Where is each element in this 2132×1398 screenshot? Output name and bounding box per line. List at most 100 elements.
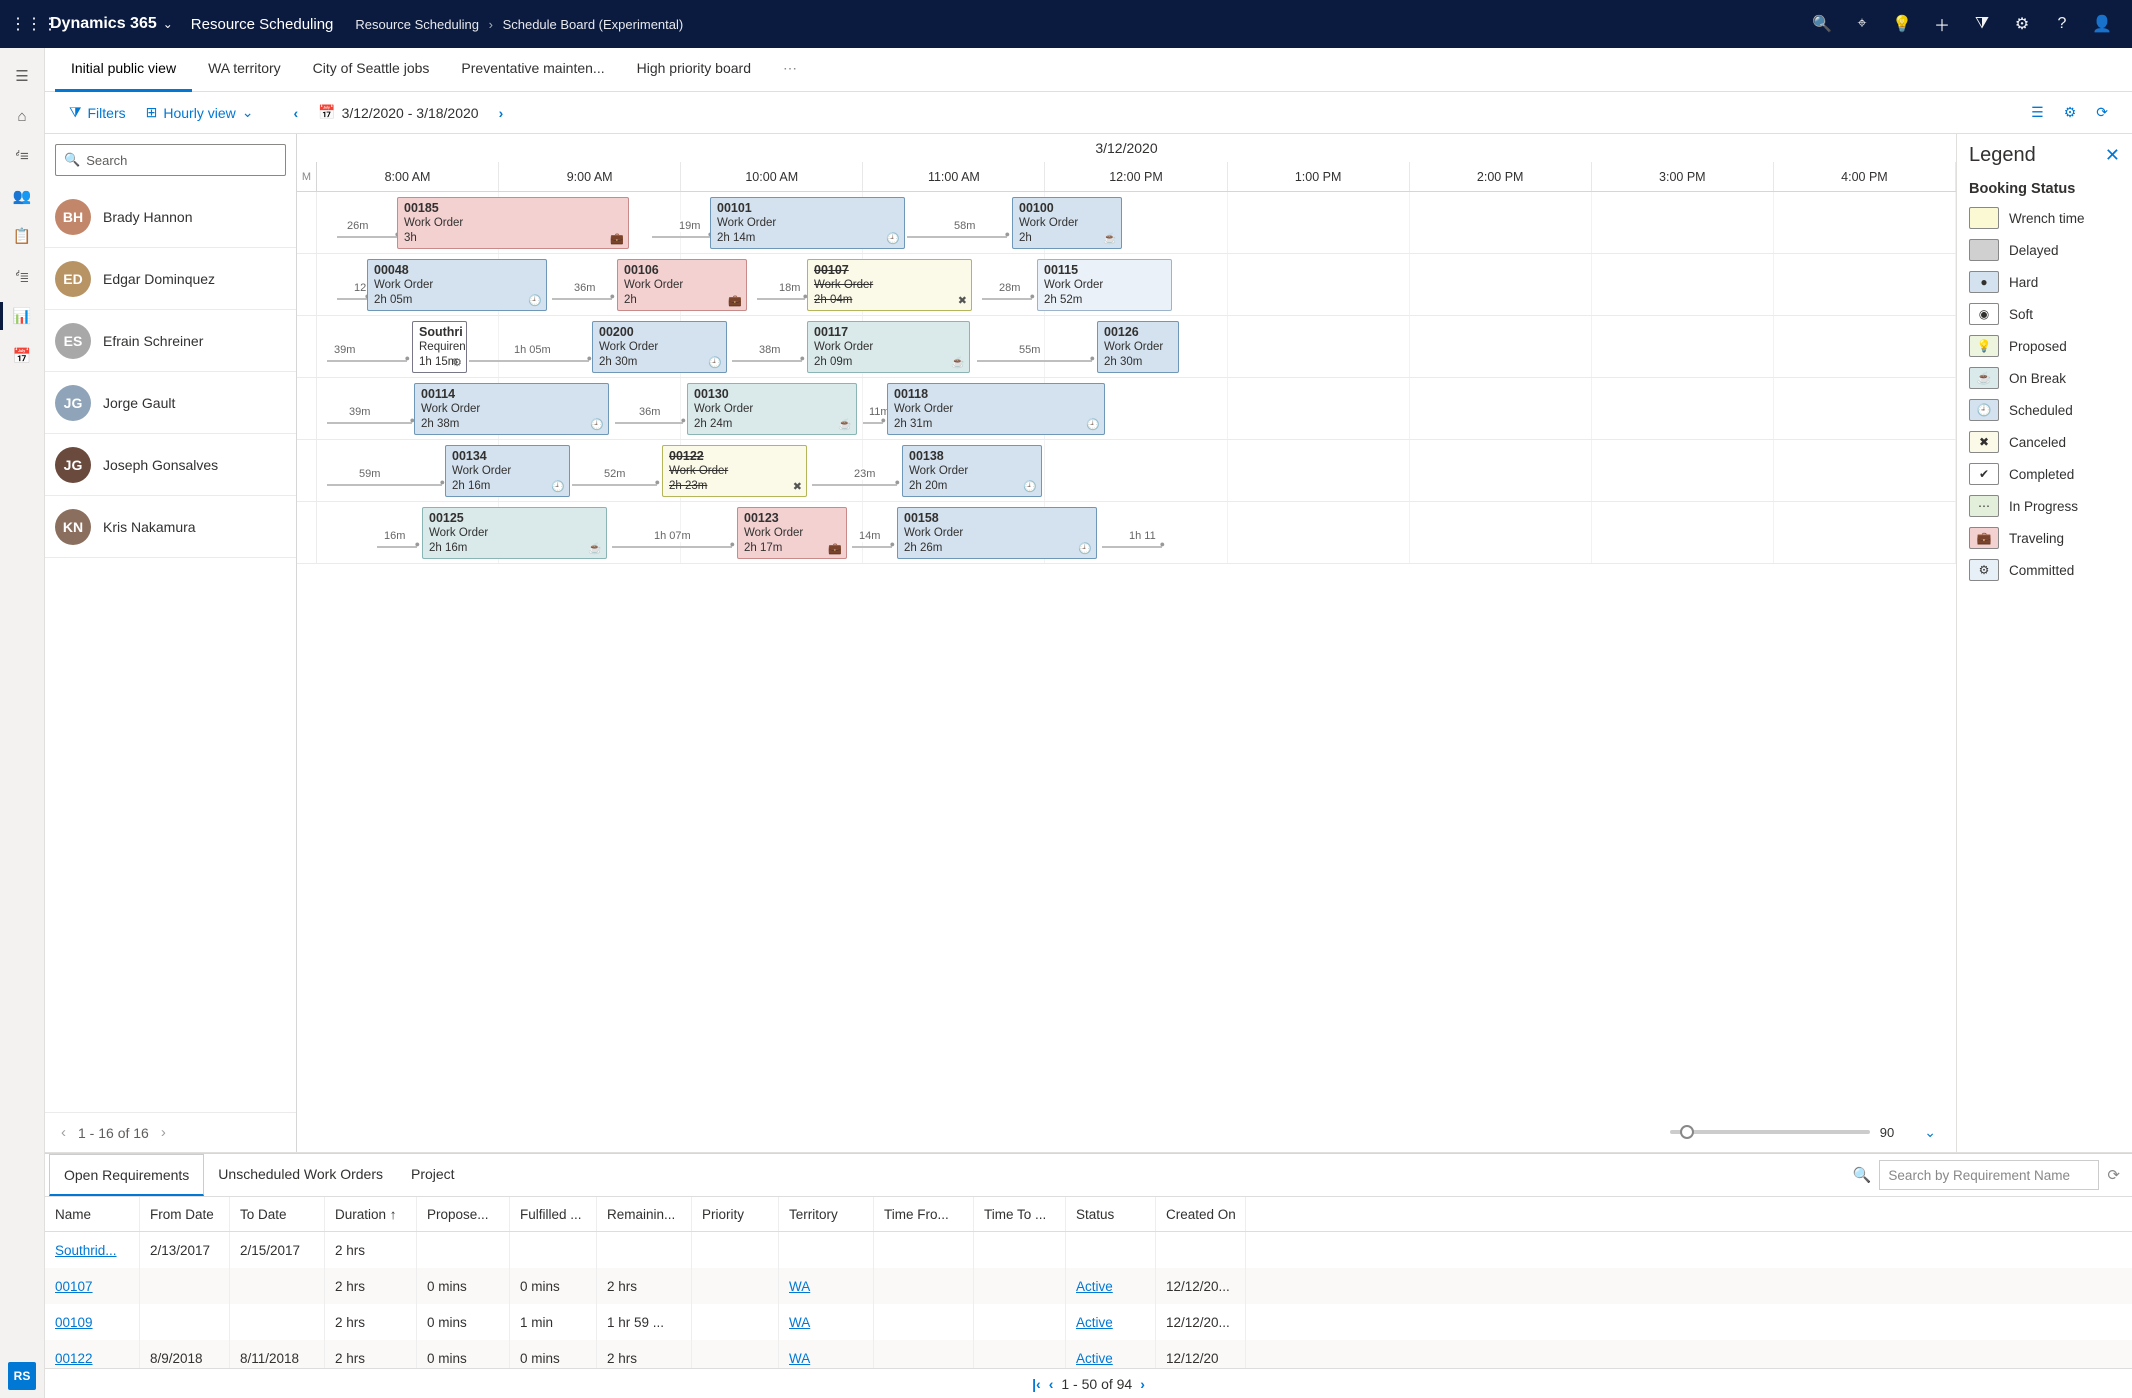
clipboard-icon[interactable]: 📋 — [0, 216, 45, 256]
booking-card[interactable]: 00115Work Order2h 52m — [1037, 259, 1172, 311]
board-tab[interactable]: City of Seattle jobs — [297, 48, 446, 92]
table-cell[interactable]: Active — [1066, 1268, 1156, 1304]
booking-card[interactable]: 00101Work Order2h 14m🕘 — [710, 197, 905, 249]
column-header[interactable]: Fulfilled ... — [510, 1197, 597, 1231]
booking-card[interactable]: 00048Work Order2h 05m🕘 — [367, 259, 547, 311]
table-cell[interactable]: 00109 — [45, 1304, 140, 1340]
home-icon[interactable]: ⌂ — [0, 96, 45, 136]
resource-row[interactable]: KNKris Nakamura — [45, 496, 296, 558]
list-toggle-icon[interactable]: ☰ — [2021, 104, 2054, 121]
booking-card[interactable]: 00134Work Order2h 16m🕘 — [445, 445, 570, 497]
column-header[interactable]: From Date — [140, 1197, 230, 1231]
resource-row[interactable]: EDEdgar Dominquez — [45, 248, 296, 310]
req-tab[interactable]: Unscheduled Work Orders — [204, 1154, 397, 1196]
booking-card[interactable]: SouthriRequiren1h 15m⚙ — [412, 321, 467, 373]
resource-row[interactable]: ESEfrain Schreiner — [45, 310, 296, 372]
resource-row[interactable]: JGJorge Gault — [45, 372, 296, 434]
table-row[interactable]: 001092 hrs0 mins1 min1 hr 59 ...WAActive… — [45, 1304, 2132, 1340]
table-row[interactable]: Southrid...2/13/20172/15/20172 hrs — [45, 1232, 2132, 1268]
search-icon[interactable]: 🔍 — [1802, 14, 1842, 34]
prev-page-button[interactable]: ‹ — [1049, 1376, 1054, 1392]
next-page-button[interactable]: › — [157, 1124, 170, 1141]
resource-search-input[interactable]: 🔍 Search — [55, 144, 286, 176]
user-icon[interactable]: 👤 — [2082, 14, 2122, 34]
user-badge[interactable]: RS — [8, 1362, 36, 1390]
table-cell[interactable]: Active — [1066, 1304, 1156, 1340]
breadcrumb-part[interactable]: Resource Scheduling — [355, 17, 479, 32]
booking-card[interactable]: 00130Work Order2h 24m☕ — [687, 383, 857, 435]
filter-icon[interactable]: ⧩ — [1962, 15, 2002, 33]
table-cell[interactable]: WA — [779, 1340, 874, 1368]
column-header[interactable]: To Date — [230, 1197, 325, 1231]
column-header[interactable]: Remainin... — [597, 1197, 692, 1231]
booking-card[interactable]: 00100Work Order2h☕ — [1012, 197, 1122, 249]
timeline-row[interactable]: 39m36m11m00114Work Order2h 38m🕘00130Work… — [297, 378, 1956, 440]
prev-page-button[interactable]: ‹ — [57, 1124, 70, 1141]
booking-card[interactable]: 00117Work Order2h 09m☕ — [807, 321, 970, 373]
list-icon[interactable]: ᔊ≣ — [0, 256, 45, 296]
requirement-search-input[interactable]: Search by Requirement Name — [1879, 1160, 2099, 1190]
column-header[interactable]: Status — [1066, 1197, 1156, 1231]
req-tab[interactable]: Project — [397, 1154, 469, 1196]
prev-period-button[interactable]: ‹ — [283, 105, 308, 121]
timeline-row[interactable]: 26m19m58m00185Work Order3h💼00101Work Ord… — [297, 192, 1956, 254]
table-cell[interactable]: 00122 — [45, 1340, 140, 1368]
column-header[interactable]: Duration ↑ — [325, 1197, 417, 1231]
timeline-row[interactable]: 39m1h 05m38m55mSouthriRequiren1h 15m⚙002… — [297, 316, 1956, 378]
table-cell[interactable]: Active — [1066, 1340, 1156, 1368]
timeline-row[interactable]: 16m1h 07m14m1h 1100125Work Order2h 16m☕0… — [297, 502, 1956, 564]
filters-button[interactable]: ⧩Filters — [59, 104, 136, 121]
close-icon[interactable]: ✕ — [2105, 145, 2120, 166]
table-row[interactable]: 001072 hrs0 mins0 mins2 hrsWAActive12/12… — [45, 1268, 2132, 1304]
table-cell[interactable]: Southrid... — [45, 1232, 140, 1268]
date-range-picker[interactable]: 📅3/12/2020 - 3/18/2020 — [308, 104, 488, 121]
refresh-icon[interactable]: ⟳ — [2086, 104, 2118, 121]
booking-card[interactable]: 00106Work Order2h💼 — [617, 259, 747, 311]
booking-card[interactable]: 00138Work Order2h 20m🕘 — [902, 445, 1042, 497]
column-header[interactable]: Time To ... — [974, 1197, 1066, 1231]
brand-chevron-icon[interactable]: ⌄ — [163, 17, 173, 31]
board-tab[interactable]: WA territory — [192, 48, 297, 92]
booking-card[interactable]: 00107Work Order2h 04m✖ — [807, 259, 972, 311]
timeline-row[interactable]: 59m52m23m00134Work Order2h 16m🕘00122Work… — [297, 440, 1956, 502]
resource-row[interactable]: BHBrady Hannon — [45, 186, 296, 248]
board-settings-icon[interactable]: ⚙ — [2054, 104, 2087, 121]
booking-card[interactable]: 00200Work Order2h 30m🕘 — [592, 321, 727, 373]
zoom-slider[interactable] — [1670, 1130, 1870, 1134]
settings-icon[interactable]: ⚙ — [2002, 14, 2042, 34]
req-tab[interactable]: Open Requirements — [49, 1154, 204, 1196]
booking-card[interactable]: 00122Work Order2h 23m✖ — [662, 445, 807, 497]
booking-card[interactable]: 00123Work Order2h 17m💼 — [737, 507, 847, 559]
table-cell[interactable]: 00107 — [45, 1268, 140, 1304]
lightbulb-icon[interactable]: 💡 — [1882, 14, 1922, 34]
column-header[interactable]: Propose... — [417, 1197, 510, 1231]
hamburger-icon[interactable]: ☰ — [0, 56, 45, 96]
first-page-button[interactable]: |‹ — [1032, 1376, 1041, 1392]
breadcrumb-part[interactable]: Schedule Board (Experimental) — [503, 17, 684, 32]
next-page-button[interactable]: › — [1140, 1376, 1145, 1392]
column-header[interactable]: Created On — [1156, 1197, 1246, 1231]
calendar-icon[interactable]: 📅 — [0, 336, 45, 376]
chevron-down-icon[interactable]: ⌄ — [1924, 1124, 1936, 1141]
plus-icon[interactable]: ＋ — [1922, 12, 1962, 36]
booking-card[interactable]: 00125Work Order2h 16m☕ — [422, 507, 607, 559]
booking-card[interactable]: 00158Work Order2h 26m🕘 — [897, 507, 1097, 559]
task-icon[interactable]: ⌖ — [1842, 15, 1882, 33]
board-tab[interactable]: Initial public view — [55, 48, 192, 92]
timeline-row[interactable]: 12m36m18m28m00048Work Order2h 05m🕘00106W… — [297, 254, 1956, 316]
board-tab[interactable]: High priority board — [621, 48, 767, 92]
resource-row[interactable]: JGJoseph Gonsalves — [45, 434, 296, 496]
timeline-rows[interactable]: 26m19m58m00185Work Order3h💼00101Work Ord… — [297, 192, 1956, 1112]
booking-card[interactable]: 00126Work Order2h 30m — [1097, 321, 1179, 373]
help-icon[interactable]: ? — [2042, 15, 2082, 33]
column-header[interactable]: Priority — [692, 1197, 779, 1231]
table-cell[interactable]: WA — [779, 1304, 874, 1340]
board-tab-overflow[interactable]: ⋯ — [767, 48, 813, 92]
app-launcher-icon[interactable]: ⋮⋮⋮ — [10, 14, 46, 34]
booking-card[interactable]: 00114Work Order2h 38m🕘 — [414, 383, 609, 435]
search-icon[interactable]: 🔍 — [1853, 1166, 1872, 1184]
table-row[interactable]: 001228/9/20188/11/20182 hrs0 mins0 mins2… — [45, 1340, 2132, 1368]
column-header[interactable]: Territory — [779, 1197, 874, 1231]
people-icon[interactable]: 👥 — [0, 176, 45, 216]
booking-card[interactable]: 00185Work Order3h💼 — [397, 197, 629, 249]
